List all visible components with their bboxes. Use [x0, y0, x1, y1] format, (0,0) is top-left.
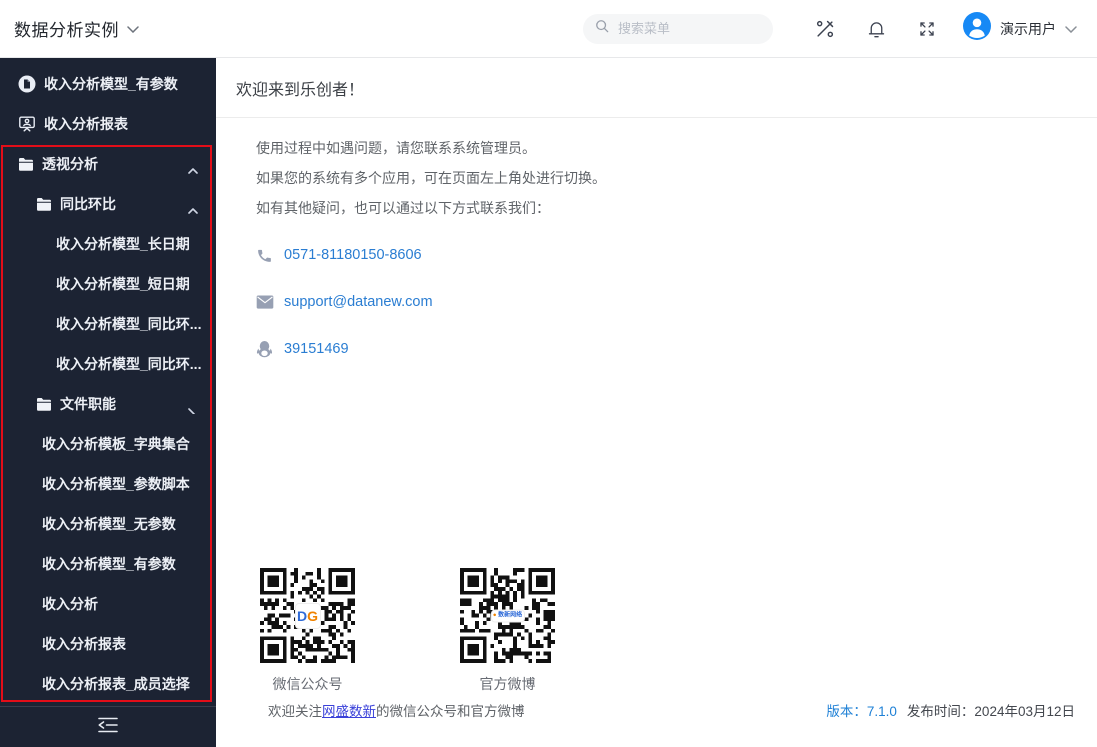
top-header: 数据分析实例 演示用户 [0, 0, 1097, 58]
mail-icon [256, 295, 278, 309]
sidebar-item-label: 文件职能 [60, 394, 116, 414]
contact-row: support@datanew.com [256, 292, 1097, 312]
version-info: 版本：7.1.0 发布时间：2024年03月12日 [826, 700, 1075, 720]
sidebar-item-label: 收入分析模型_有参数 [42, 554, 176, 574]
welcome-title: 欢迎来到乐创者！ [236, 76, 364, 100]
folder-icon [36, 397, 52, 411]
notification-bell-icon[interactable] [864, 17, 888, 41]
qr-code-row: DG 微信公众号 ● 数新网络官方微博 [260, 568, 555, 694]
sidebar: 收入分析模型_有参数收入分析报表透视分析同比环比收入分析模型_长日期收入分析模型… [0, 58, 216, 747]
sidebar-item[interactable]: 收入分析模板_字典集合 [0, 424, 216, 464]
sidebar-item[interactable]: 收入分析模型_无参数 [0, 504, 216, 544]
sidebar-item-label: 收入分析模型_同比环... [56, 354, 201, 374]
phone-icon [256, 247, 278, 264]
sidebar-item[interactable]: 透视分析 [0, 144, 216, 184]
sidebar-item[interactable]: 文件职能 [0, 384, 216, 424]
footer-suffix: 的微信公众号和官方微博 [376, 704, 525, 719]
info-paragraph: 使用过程中如遇问题，请您联系系统管理员。 [256, 133, 1097, 163]
menu-search[interactable] [583, 14, 773, 44]
sidebar-item-label: 收入分析报表 [42, 634, 126, 654]
content-body: 使用过程中如遇问题，请您联系系统管理员。 如果您的系统有多个应用，可在页面左上角… [216, 118, 1097, 747]
release-date-label: 发布时间：2024年03月12日 [907, 704, 1075, 719]
avatar [963, 12, 991, 45]
contact-list: 0571-81180150-8606 support@datanew.com 391… [256, 245, 1097, 359]
qr-center-logo: ● 数新网络 [491, 609, 525, 622]
sidebar-item-label: 收入分析报表 [44, 114, 128, 134]
sidebar-item-label: 收入分析报表_成员选择 [42, 674, 190, 694]
contact-link[interactable]: 0571-81180150-8606 [284, 247, 422, 263]
folder-icon [36, 197, 52, 211]
qr-image: ● 数新网络 [460, 568, 555, 663]
qq-icon [256, 340, 278, 358]
info-paragraph: 如果您的系统有多个应用，可在页面左上角处进行切换。 [256, 163, 1097, 193]
sidebar-item[interactable]: 收入分析模型_有参数 [0, 544, 216, 584]
model-doc-icon [18, 75, 36, 93]
sidebar-item[interactable]: 收入分析模型_同比环... [0, 344, 216, 384]
footer-row: 欢迎关注网盛数新的微信公众号和官方微博 版本：7.1.0 发布时间：2024年03… [268, 700, 1075, 720]
sidebar-item[interactable]: 收入分析 [0, 584, 216, 624]
chevron-up-icon[interactable] [188, 201, 198, 217]
qr-code: DG 微信公众号 [260, 568, 355, 694]
chevron-up-icon[interactable] [188, 161, 198, 177]
sidebar-item-label: 收入分析模型_无参数 [42, 514, 176, 534]
sidebar-item-label: 收入分析模型_参数脚本 [42, 474, 190, 494]
contact-link[interactable]: support@datanew.com [284, 294, 433, 310]
qr-center-logo: DG [295, 603, 321, 629]
sidebar-collapse-button[interactable] [0, 706, 216, 747]
sidebar-item-label: 同比环比 [60, 194, 116, 214]
sidebar-item[interactable]: 收入分析模型_长日期 [0, 224, 216, 264]
footer-follow-text: 欢迎关注网盛数新的微信公众号和官方微博 [268, 700, 525, 720]
theme-tools-icon[interactable] [813, 17, 837, 41]
company-link[interactable]: 网盛数新 [322, 704, 376, 719]
folder-icon [18, 157, 34, 171]
qr-code: ● 数新网络官方微博 [460, 568, 555, 694]
search-input[interactable] [616, 20, 766, 37]
app-title: 数据分析实例 [14, 16, 119, 41]
main-content: 欢迎来到乐创者！ 使用过程中如遇问题，请您联系系统管理员。 如果您的系统有多个应… [216, 58, 1097, 747]
qr-label: 微信公众号 [260, 674, 355, 694]
menu-fold-icon [97, 717, 119, 738]
report-screen-icon [18, 115, 36, 133]
sidebar-item[interactable]: 收入分析报表 [0, 624, 216, 664]
contact-link[interactable]: 39151469 [284, 341, 349, 357]
sidebar-item[interactable]: 收入分析报表 [0, 104, 216, 144]
sidebar-item-label: 收入分析 [42, 594, 98, 614]
welcome-bar: 欢迎来到乐创者！ [216, 58, 1097, 118]
footer-prefix: 欢迎关注 [268, 704, 322, 719]
sidebar-item[interactable]: 收入分析模型_有参数 [0, 64, 216, 104]
sidebar-item[interactable]: 收入分析报表_成员选择 [0, 664, 216, 704]
sidebar-item[interactable]: 收入分析模型_短日期 [0, 264, 216, 304]
sidebar-item[interactable]: 收入分析模型_同比环... [0, 304, 216, 344]
contact-row: 0571-81180150-8606 [256, 245, 1097, 265]
sidebar-item-label: 收入分析模型_短日期 [56, 274, 190, 294]
sidebar-item-label: 收入分析模型_同比环... [56, 314, 201, 334]
version-label: 版本：7.1.0 [826, 704, 897, 719]
chevron-down-icon[interactable] [188, 401, 198, 417]
user-name: 演示用户 [1000, 19, 1056, 39]
info-paragraph: 如有其他疑问，也可以通过以下方式联系我们： [256, 193, 1097, 223]
sidebar-item[interactable]: 收入分析模型_参数脚本 [0, 464, 216, 504]
qr-label: 官方微博 [460, 674, 555, 694]
chevron-down-icon [1065, 20, 1077, 38]
chevron-down-icon [127, 20, 139, 38]
qr-image: DG [260, 568, 355, 663]
sidebar-menu: 收入分析模型_有参数收入分析报表透视分析同比环比收入分析模型_长日期收入分析模型… [0, 58, 216, 704]
sidebar-item[interactable]: 同比环比 [0, 184, 216, 224]
sidebar-item-label: 收入分析模板_字典集合 [42, 434, 190, 454]
sidebar-item-label: 收入分析模型_有参数 [44, 74, 178, 94]
sidebar-item-label: 收入分析模型_长日期 [56, 234, 190, 254]
app-switcher[interactable]: 数据分析实例 [14, 16, 139, 41]
contact-row: 39151469 [256, 339, 1097, 359]
search-icon [595, 19, 609, 38]
fullscreen-icon[interactable] [915, 17, 939, 41]
sidebar-item-label: 透视分析 [42, 154, 98, 174]
user-menu[interactable]: 演示用户 [963, 12, 1077, 45]
